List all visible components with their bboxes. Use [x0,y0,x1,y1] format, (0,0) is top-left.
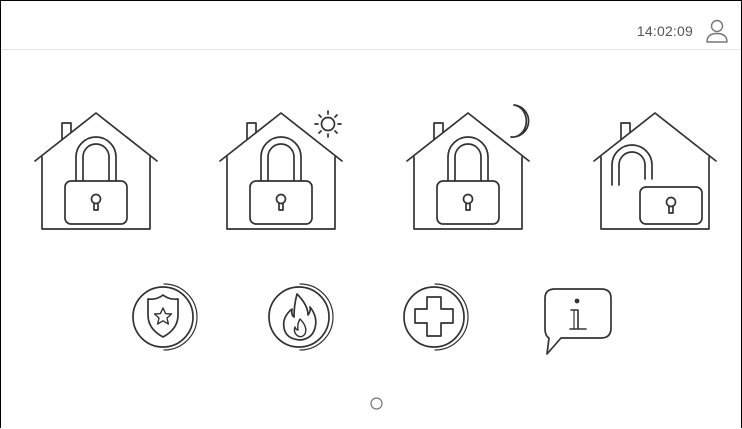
fire-alarm-button[interactable] [264,281,336,353]
house-locked-icon [34,112,158,230]
info-icon [544,288,612,355]
user-button[interactable] [703,17,731,45]
arm-day-button[interactable] [216,89,346,231]
medical-cross-icon [403,283,469,351]
moon-icon [510,104,530,138]
page-indicator-dot[interactable] [370,397,383,410]
status-bar: 14:02:09 [1,1,741,50]
user-icon [706,19,728,43]
sun-icon [314,110,342,138]
police-alarm-button[interactable] [128,281,200,353]
house-locked-night-icon [406,104,530,230]
house-locked-day-icon [219,110,343,230]
disarm-button[interactable] [590,89,720,231]
keypad-screen: 14:02:09 [0,0,742,428]
arm-night-button[interactable] [403,89,533,231]
house-unlocked-icon [593,112,717,230]
police-badge-icon [132,283,198,351]
arm-full-button[interactable] [31,89,161,231]
page-dot-icon [370,397,383,410]
medical-alarm-button[interactable] [399,281,471,353]
info-button[interactable] [535,286,615,358]
fire-icon [268,283,334,351]
clock-display: 14:02:09 [636,23,693,39]
